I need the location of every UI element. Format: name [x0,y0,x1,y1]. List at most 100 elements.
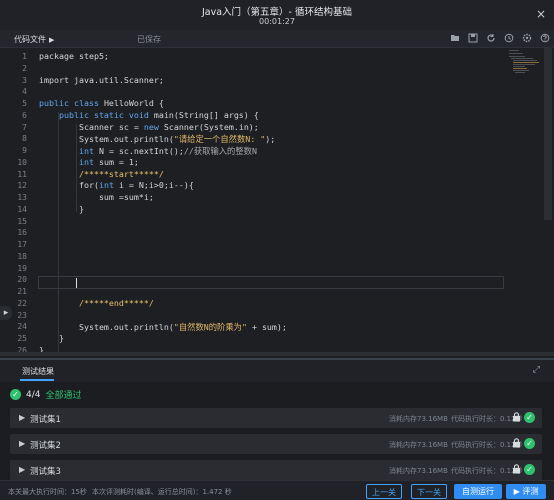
code-line: int N = sc.nextInt();//获取输入的整数N [39,145,257,157]
code-token: sum =sum*i; [39,192,154,202]
line-number: 21 [17,287,27,296]
folder-icon[interactable] [450,33,460,43]
pass-label: 全部通过 [45,391,82,401]
lock-icon [512,412,521,425]
tab-test-results[interactable]: 测试结果 [22,366,54,377]
code-token: i = N;i>0;i--){ [118,180,194,191]
current-line-highlight [38,276,504,289]
code-line: for(int i = N;i>0;i--){ [39,180,194,190]
code-token: "请给定一个自然数N: " [173,134,266,145]
text-cursor [76,278,77,288]
elapsed-timer: 00:01:27 [259,17,295,26]
evaluate-button[interactable]: ▶ 评测 [506,484,546,499]
code-token: for( [39,180,99,191]
vertical-scrollbar[interactable] [544,48,552,220]
line-number: 4 [22,87,27,97]
help-icon[interactable] [540,33,550,43]
code-token: main(String[] args) { [153,109,259,120]
code-token: "自然数N的阶乘为" [173,322,247,333]
save-status: 已保存 [137,35,161,44]
code-editor[interactable]: 1 2 3 4 5 6 7 8 9 10 11 12 13 14 15 16 17 18 19 20 21 22 23 24 2… [0,48,554,358]
tab-code-file-label: 代码文件 [14,35,46,44]
tab-code-file[interactable]: 代码文件 ▶ [14,34,54,45]
play-icon: ▶ [49,36,55,44]
code-line: sum =sum*i; [39,192,154,202]
line-number: 13 [17,193,27,202]
results-summary: ✓ 4/4 全部通过 [10,388,82,401]
toolbar-icons [450,33,550,43]
line-number: 5 [22,99,27,108]
line-number: 8 [22,134,27,144]
code-token: import java.util.Scanner; [39,74,164,85]
line-number: 19 [17,263,27,273]
line-number: 1 [22,52,27,61]
line-number: 3 [22,75,27,85]
code-line: } [39,204,84,214]
title-bar: Java入门（第五章）- 循环结构基础 00:01:27 × [0,0,554,30]
line-number: 11 [17,169,27,179]
history-icon[interactable] [504,33,514,43]
expand-triangle-icon: ▶ [19,465,26,474]
code-token: /*****end*****/ [39,297,154,308]
test-case-row[interactable]: ▶ 测试集1 消耗内存73.16MB 代码执行时长：0.12秒 ✓ [10,408,542,428]
code-token: int [39,146,99,156]
code-token: HelloWorld { [103,98,164,108]
save-icon[interactable] [468,33,478,43]
code-line: package step5; [39,51,109,61]
code-line: } [39,333,64,343]
horizontal-scrollbar[interactable] [0,352,554,356]
expand-triangle-icon: ▶ [19,439,26,448]
results-tab-bar: 测试结果 ⤢ [0,360,554,382]
code-token: ); [265,134,276,145]
max-exec-time: 本关最大执行时间：15秒 [8,488,87,496]
code-token: Scanner sc = [39,121,144,132]
custom-test-button[interactable]: 自测运行 [454,484,502,499]
code-token: public static void [39,109,154,120]
code-token: new [143,121,164,132]
code-token: public class [39,98,104,108]
expand-icon[interactable]: ⤢ [533,365,540,375]
code-minimap[interactable] [505,48,543,88]
code-line: public class HelloWorld { [39,98,164,108]
line-number: 12 [17,181,27,191]
page-title: Java入门（第五章）- 循环结构基础 [201,7,352,18]
code-token: System.out.println( [39,134,174,145]
code-line: Scanner sc = new Scanner(System.in); [39,122,259,132]
code-line: import java.util.Scanner; [39,75,164,85]
test-case-memory: 消耗内存73.16MB [389,441,448,449]
code-line: int sum = 1; [39,157,139,167]
pass-count: 4/4 [26,389,41,400]
passed-check-icon: ✓ [524,464,535,475]
active-tab-indicator [20,379,54,381]
editor-toolbar: 代码文件 ▶ 已保存 [0,30,554,48]
test-case-name: 测试集1 [30,415,61,425]
close-icon[interactable]: × [536,7,546,21]
code-token: Scanner(System.in); [163,121,259,132]
eval-time: 本次评测耗时(编译、运行总时间)：1.472 秒 [92,488,232,496]
code-line: public static void main(String[] args) { [39,110,259,120]
refresh-icon[interactable] [486,33,496,43]
test-case-row[interactable]: ▶ 测试集3 消耗内存73.16MB 代码执行时长：0.12秒 ✓ [10,460,542,480]
test-case-memory: 消耗内存73.16MB [389,415,448,423]
code-line: /*****end*****/ [39,298,154,308]
code-token: System.out.println( [39,322,174,333]
evaluate-label: 评测 [522,487,539,496]
expand-triangle-icon: ▶ [19,413,26,422]
test-case-row[interactable]: ▶ 测试集2 消耗内存73.16MB 代码执行时长：0.12秒 ✓ [10,434,542,454]
settings-icon[interactable] [522,33,532,43]
next-level-button[interactable]: 下一关 [411,484,447,499]
line-number: 17 [17,240,27,249]
lock-icon [512,438,521,451]
indent-guide [58,112,59,352]
code-token: } [39,333,64,343]
sidebar-toggle-icon[interactable]: ▸ [0,306,12,320]
code-token: int [39,156,99,167]
prev-level-button[interactable]: 上一关 [366,484,402,499]
line-number: 10 [17,157,27,167]
line-number: 2 [22,63,27,73]
line-number: 24 [17,322,27,332]
line-number: 16 [17,228,27,238]
code-line: System.out.println("请给定一个自然数N: "); [39,133,275,145]
line-number: 14 [17,204,27,214]
test-case-memory: 消耗内存73.16MB [389,467,448,475]
